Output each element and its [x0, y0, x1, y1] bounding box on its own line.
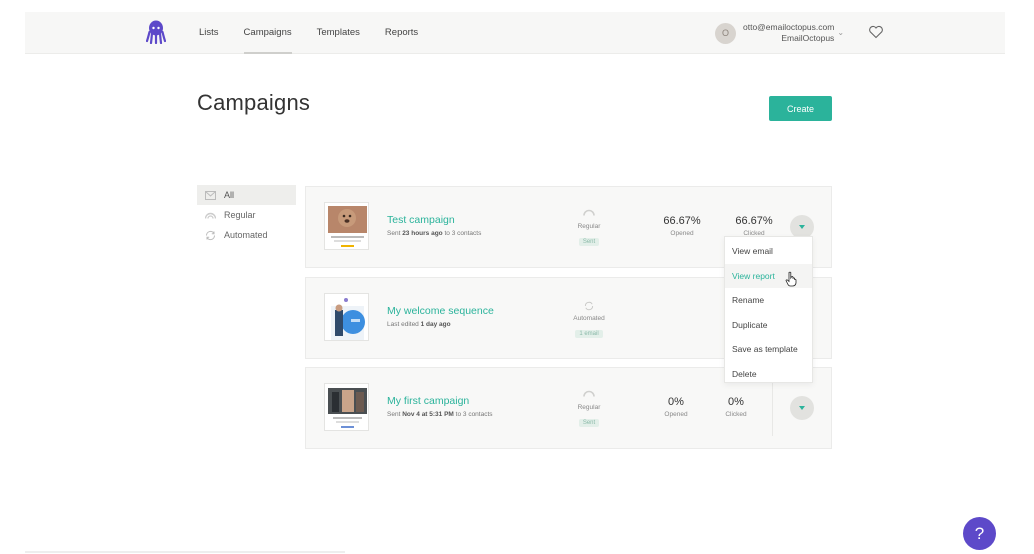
type-label: Automated — [573, 315, 605, 322]
refresh-icon — [205, 230, 216, 241]
help-button[interactable]: ? — [963, 517, 996, 550]
campaign-subtitle: Sent 23 hours ago to 3 contacts — [387, 230, 481, 237]
menu-item-view-email[interactable]: View email — [725, 239, 812, 264]
opened-value: 0% — [668, 396, 684, 408]
subtitle-time: Nov 4 at 5:31 PM — [402, 411, 454, 418]
menu-item-save-as-template[interactable]: Save as template — [725, 337, 812, 362]
campaign-name-link[interactable]: My welcome sequence — [387, 305, 494, 317]
envelope-icon — [205, 190, 216, 201]
campaign-thumbnail[interactable] — [324, 202, 369, 250]
refresh-icon — [582, 301, 596, 311]
campaign-subtitle: Sent Nov 4 at 5:31 PM to 3 contacts — [387, 411, 493, 418]
account-info: otto@emailoctopus.com EmailOctopus — [743, 22, 834, 44]
caret-down-icon — [799, 225, 805, 229]
filter-regular[interactable]: Regular — [197, 205, 296, 225]
subtitle-prefix: Last edited — [387, 321, 421, 328]
create-button[interactable]: Create — [769, 96, 832, 121]
hand-cursor-icon — [785, 271, 797, 287]
campaign-thumbnail[interactable] — [324, 383, 369, 431]
campaign-actions-button[interactable] — [790, 396, 814, 420]
nav-reports[interactable]: Reports — [385, 12, 418, 54]
menu-item-delete[interactable]: Delete — [725, 362, 812, 387]
campaign-type: Regular Sent — [562, 390, 616, 429]
campaign-thumbnail[interactable] — [324, 293, 369, 341]
nav-lists[interactable]: Lists — [199, 12, 219, 54]
clicked-stat: 66.67% Clicked — [724, 215, 784, 237]
subtitle-suffix: to 3 contacts — [453, 411, 493, 418]
campaign-actions-menu: View email View report Rename Duplicate … — [724, 236, 813, 383]
status-badge: Sent — [578, 419, 600, 427]
clicked-label: Clicked — [725, 411, 747, 418]
filter-label: Automated — [224, 230, 268, 240]
top-navigation-bar: Lists Campaigns Templates Reports O otto… — [25, 12, 1005, 54]
account-org: EmailOctopus — [781, 33, 835, 43]
octopus-logo-icon[interactable] — [145, 20, 167, 45]
bottom-edge-line — [25, 551, 345, 553]
campaign-subtitle: Last edited 1 day ago — [387, 321, 451, 328]
menu-item-view-report[interactable]: View report — [725, 263, 812, 288]
opened-label: Opened — [664, 411, 688, 418]
avatar: O — [715, 22, 736, 44]
subtitle-time: 23 hours ago — [402, 230, 443, 237]
menu-item-duplicate[interactable]: Duplicate — [725, 313, 812, 338]
main-nav: Lists Campaigns Templates Reports — [199, 12, 443, 54]
menu-item-rename[interactable]: Rename — [725, 288, 812, 313]
rainbow-icon — [582, 390, 596, 400]
campaign-name-link[interactable]: My first campaign — [387, 395, 469, 407]
subtitle-prefix: Sent — [387, 230, 403, 237]
filter-label: Regular — [224, 210, 256, 220]
campaign-filter-list: All Regular Automated — [197, 185, 296, 245]
opened-label: Opened — [670, 230, 694, 237]
subtitle-suffix: to 3 contacts — [442, 230, 482, 237]
opened-stat: 66.67% Opened — [652, 215, 712, 237]
type-label: Regular — [577, 404, 601, 411]
clicked-value: 66.67% — [735, 215, 773, 227]
campaign-type: Automated 1 email — [562, 301, 616, 340]
account-email: otto@emailoctopus.com — [743, 22, 835, 32]
account-menu[interactable]: O otto@emailoctopus.com EmailOctopus ⌄ — [715, 20, 844, 46]
status-badge: 1 email — [575, 330, 603, 338]
page-title: Campaigns — [197, 90, 311, 115]
status-badge: Sent — [578, 238, 600, 246]
nav-templates[interactable]: Templates — [317, 12, 360, 54]
clicked-value: 0% — [728, 396, 744, 408]
campaign-name-link[interactable]: Test campaign — [387, 214, 455, 226]
card-divider — [772, 382, 773, 436]
type-label: Regular — [577, 223, 601, 230]
caret-down-icon — [799, 406, 805, 410]
clicked-stat: 0% Clicked — [706, 396, 766, 418]
opened-stat: 0% Opened — [646, 396, 706, 418]
subtitle-time: 1 day ago — [420, 321, 451, 328]
rainbow-icon — [205, 210, 216, 221]
filter-label: All — [224, 190, 235, 200]
opened-value: 66.67% — [663, 215, 701, 227]
heart-icon[interactable] — [868, 24, 884, 40]
filter-automated[interactable]: Automated — [197, 225, 296, 245]
subtitle-prefix: Sent — [387, 411, 403, 418]
nav-campaigns[interactable]: Campaigns — [243, 12, 292, 54]
chevron-down-icon: ⌄ — [837, 27, 845, 37]
rainbow-icon — [582, 209, 596, 219]
filter-all[interactable]: All — [197, 185, 296, 205]
campaign-type: Regular Sent — [562, 209, 616, 248]
